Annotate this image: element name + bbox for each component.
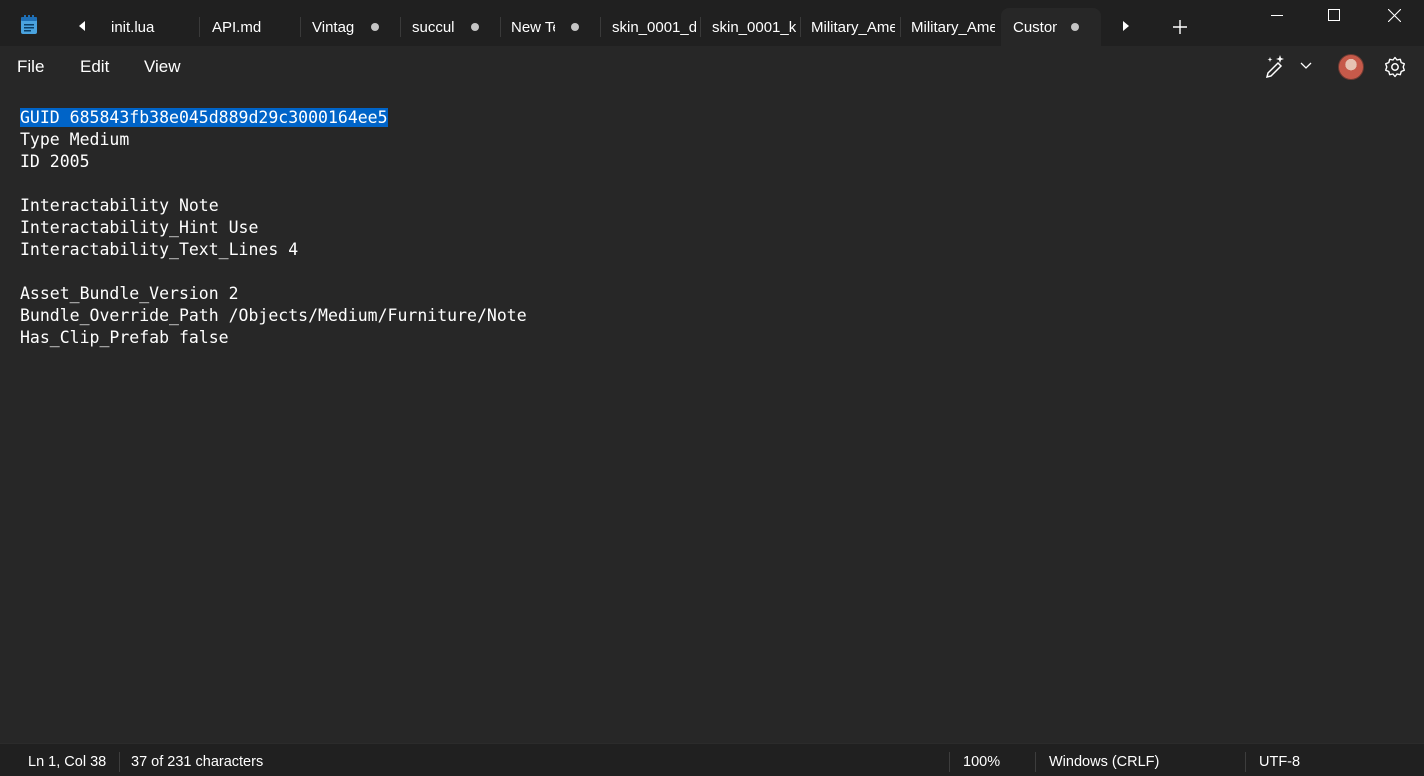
tab-label: skin_0001_ke <box>712 18 796 36</box>
close-icon <box>1387 8 1401 22</box>
gear-icon[interactable] <box>1383 55 1407 79</box>
tab-label: Custon <box>1013 18 1057 36</box>
editor-line: Interactability_Text_Lines 4 <box>20 240 299 259</box>
sparkle-pen-icon <box>1265 55 1284 79</box>
editor-line: Interactability Note <box>20 196 219 215</box>
line-ending[interactable]: Windows (CRLF) <box>1049 754 1159 770</box>
avatar[interactable] <box>1338 54 1364 80</box>
tab-label: skin_0001_de <box>612 18 696 36</box>
zoom-level[interactable]: 100% <box>963 754 1000 770</box>
editor-line: ID 2005 <box>20 152 90 171</box>
copilot-rewrite-button[interactable] <box>1262 53 1318 79</box>
tab-vintag[interactable]: Vintag <box>300 8 400 46</box>
status-divider <box>949 752 950 772</box>
chevron-down-icon <box>1300 62 1312 69</box>
tab-scroll-right-button[interactable] <box>1116 13 1136 39</box>
status-divider <box>119 752 120 772</box>
editor-line: Type Medium <box>20 130 130 149</box>
caret-right-icon <box>1123 21 1129 31</box>
tab-succul[interactable]: succul <box>400 8 500 46</box>
cursor-position: Ln 1, Col 38 <box>28 754 107 770</box>
text-editor[interactable]: GUID 685843fb38e045d889d29c3000164ee5 Ty… <box>0 88 1424 743</box>
status-divider <box>1035 752 1036 772</box>
title-bar: init.lua API.md Vintag succul New Te ski… <box>0 0 1424 46</box>
tab-label: Vintag <box>312 18 355 36</box>
tab-label: Military_Ame <box>911 18 995 36</box>
tab-init-lua[interactable]: init.lua <box>99 8 199 46</box>
unsaved-dot-icon <box>371 23 379 31</box>
character-count: 37 of 231 characters <box>131 754 264 770</box>
plus-icon <box>1173 20 1187 34</box>
editor-line: Asset_Bundle_Version 2 <box>20 284 239 303</box>
tab-military-2[interactable]: Military_Ame <box>899 8 999 46</box>
tab-label: succul <box>412 18 455 36</box>
encoding[interactable]: UTF-8 <box>1259 754 1300 770</box>
tab-custom-active[interactable]: Custon <box>1001 8 1101 46</box>
maximize-button[interactable] <box>1311 0 1357 30</box>
editor-line: Has_Clip_Prefab false <box>20 328 229 347</box>
unsaved-dot-icon <box>571 23 579 31</box>
tab-label: Military_Ame <box>811 18 895 36</box>
new-tab-button[interactable] <box>1166 13 1194 41</box>
status-bar: Ln 1, Col 38 37 of 231 characters 100% W… <box>0 743 1424 776</box>
maximize-icon <box>1328 9 1340 21</box>
editor-line: Bundle_Override_Path /Objects/Medium/Fur… <box>20 306 527 325</box>
tab-skin-ke[interactable]: skin_0001_ke <box>700 8 800 46</box>
close-button[interactable] <box>1371 0 1417 30</box>
editor-line: GUID 685843fb38e045d889d29c3000164ee5 <box>20 107 388 129</box>
menu-view[interactable]: View <box>144 57 181 77</box>
menu-edit[interactable]: Edit <box>80 57 109 77</box>
minimize-button[interactable] <box>1254 0 1300 30</box>
tab-scroll-left-button[interactable] <box>72 13 92 39</box>
minimize-icon <box>1271 15 1283 16</box>
menu-bar: File Edit View <box>0 46 1424 88</box>
notepad-icon <box>21 15 37 34</box>
tab-label: New Te <box>511 18 555 36</box>
menu-file[interactable]: File <box>17 57 44 77</box>
selected-text: GUID 685843fb38e045d889d29c3000164ee5 <box>20 108 388 127</box>
tab-new-text[interactable]: New Te <box>499 8 599 46</box>
tab-label: init.lua <box>111 18 155 36</box>
status-divider <box>1245 752 1246 772</box>
tab-label: API.md <box>212 18 262 36</box>
editor-line: Interactability_Hint Use <box>20 218 259 237</box>
unsaved-dot-icon <box>1071 23 1079 31</box>
caret-left-icon <box>79 21 85 31</box>
unsaved-dot-icon <box>471 23 479 31</box>
tab-skin-de[interactable]: skin_0001_de <box>600 8 700 46</box>
tab-military-1[interactable]: Military_Ame <box>799 8 899 46</box>
tab-api-md[interactable]: API.md <box>200 8 300 46</box>
